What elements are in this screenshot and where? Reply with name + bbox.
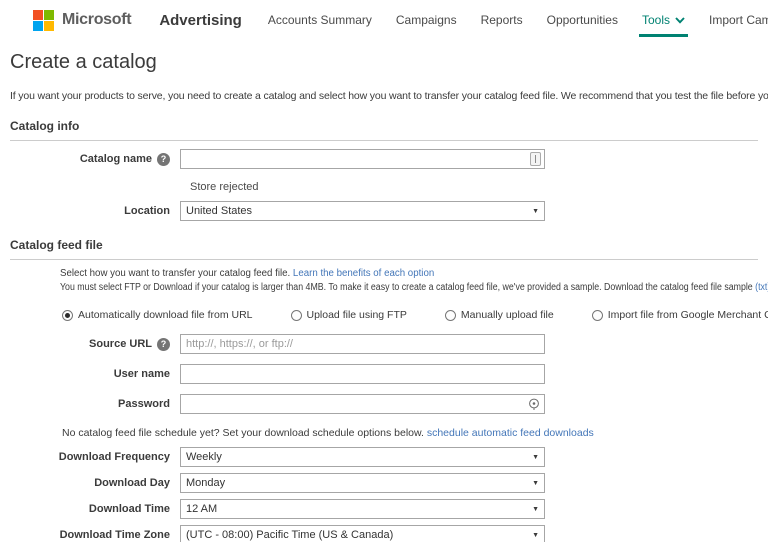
download-time-zone-label: Download Time Zone bbox=[10, 529, 180, 541]
logo-square-green bbox=[44, 10, 54, 20]
catalog-name-status: Store rejected bbox=[190, 181, 758, 193]
password-row: Password bbox=[10, 394, 758, 414]
page-content: Create a catalog If you want your produc… bbox=[0, 51, 768, 542]
help-icon[interactable]: ? bbox=[157, 338, 170, 351]
nav-import-campaigns[interactable]: Import Campaigns bbox=[709, 13, 768, 27]
password-reveal-icon[interactable] bbox=[528, 398, 540, 411]
nav-tools[interactable]: Tools bbox=[642, 13, 685, 27]
download-day-select[interactable]: Monday ▼ bbox=[180, 473, 545, 493]
help-icon[interactable]: ? bbox=[157, 153, 170, 166]
product-name: Advertising bbox=[159, 12, 242, 29]
radio-import-google-merchant[interactable]: Import file from Google Merchant Center … bbox=[592, 309, 768, 321]
radio-manual-upload[interactable]: Manually upload file bbox=[445, 309, 554, 321]
schedule-downloads-link[interactable]: schedule automatic feed downloads bbox=[427, 427, 594, 439]
download-frequency-label: Download Frequency bbox=[10, 451, 180, 463]
microsoft-wordmark: Microsoft bbox=[62, 11, 131, 29]
feed-instruction-line1: Select how you want to transfer your cat… bbox=[60, 268, 737, 279]
logo-square-blue bbox=[33, 21, 43, 31]
source-url-label: Source URL ? bbox=[10, 338, 180, 351]
nav-accounts-summary[interactable]: Accounts Summary bbox=[268, 13, 372, 27]
source-url-input[interactable] bbox=[180, 334, 545, 354]
catalog-name-input[interactable] bbox=[180, 149, 545, 169]
nav-opportunities[interactable]: Opportunities bbox=[547, 13, 618, 27]
schedule-note: No catalog feed file schedule yet? Set y… bbox=[62, 427, 758, 439]
download-frequency-select[interactable]: Weekly ▼ bbox=[180, 447, 545, 467]
download-time-row: Download Time 12 AM ▼ bbox=[10, 499, 758, 519]
location-label: Location bbox=[10, 205, 180, 217]
nav-reports[interactable]: Reports bbox=[481, 13, 523, 27]
page-title: Create a catalog bbox=[10, 51, 758, 74]
dropdown-arrow-icon: ▼ bbox=[532, 454, 539, 461]
download-time-select[interactable]: 12 AM ▼ bbox=[180, 499, 545, 519]
sample-txt-link[interactable]: (txt) bbox=[755, 282, 768, 293]
section-catalog-info: Catalog info bbox=[10, 119, 758, 141]
section-catalog-feed-file: Catalog feed file bbox=[10, 238, 758, 260]
feed-instructions: Select how you want to transfer your cat… bbox=[60, 268, 758, 293]
dropdown-arrow-icon: ▼ bbox=[532, 480, 539, 487]
catalog-name-row: Catalog name ? bbox=[10, 149, 758, 169]
feed-instruction-line2: You must select FTP or Download if your … bbox=[60, 282, 674, 293]
radio-icon bbox=[592, 310, 603, 321]
input-addon-icon[interactable] bbox=[530, 152, 541, 166]
chevron-down-icon bbox=[675, 17, 685, 24]
download-time-zone-row: Download Time Zone (UTC - 08:00) Pacific… bbox=[10, 525, 758, 542]
dropdown-arrow-icon: ▼ bbox=[532, 208, 539, 215]
microsoft-logo-icon[interactable] bbox=[33, 10, 54, 31]
radio-icon bbox=[62, 310, 73, 321]
learn-benefits-link[interactable]: Learn the benefits of each option bbox=[293, 268, 434, 279]
radio-auto-download-url[interactable]: Automatically download file from URL bbox=[62, 309, 253, 321]
logo-square-yellow bbox=[44, 21, 54, 31]
location-row: Location United States ▼ bbox=[10, 201, 758, 221]
download-time-label: Download Time bbox=[10, 503, 180, 515]
radio-icon bbox=[445, 310, 456, 321]
password-label: Password bbox=[10, 398, 180, 410]
dropdown-arrow-icon: ▼ bbox=[532, 506, 539, 513]
radio-icon bbox=[291, 310, 302, 321]
top-nav-bar: Microsoft Advertising Accounts Summary C… bbox=[0, 0, 768, 40]
location-select[interactable]: United States ▼ bbox=[180, 201, 545, 221]
source-url-row: Source URL ? bbox=[10, 334, 758, 354]
page-intro: If you want your products to serve, you … bbox=[10, 90, 758, 102]
main-nav: Accounts Summary Campaigns Reports Oppor… bbox=[268, 13, 768, 27]
download-frequency-row: Download Frequency Weekly ▼ bbox=[10, 447, 758, 467]
download-time-zone-select[interactable]: (UTC - 08:00) Pacific Time (US & Canada)… bbox=[180, 525, 545, 542]
user-name-row: User name bbox=[10, 364, 758, 384]
user-name-label: User name bbox=[10, 368, 180, 380]
logo-square-red bbox=[33, 10, 43, 20]
password-input[interactable] bbox=[180, 394, 545, 414]
dropdown-arrow-icon: ▼ bbox=[532, 532, 539, 539]
download-day-row: Download Day Monday ▼ bbox=[10, 473, 758, 493]
user-name-input[interactable] bbox=[180, 364, 545, 384]
nav-campaigns[interactable]: Campaigns bbox=[396, 13, 457, 27]
transfer-options: Automatically download file from URL Upl… bbox=[62, 309, 758, 321]
radio-upload-ftp[interactable]: Upload file using FTP bbox=[291, 309, 407, 321]
catalog-name-label: Catalog name ? bbox=[10, 153, 180, 166]
download-day-label: Download Day bbox=[10, 477, 180, 489]
